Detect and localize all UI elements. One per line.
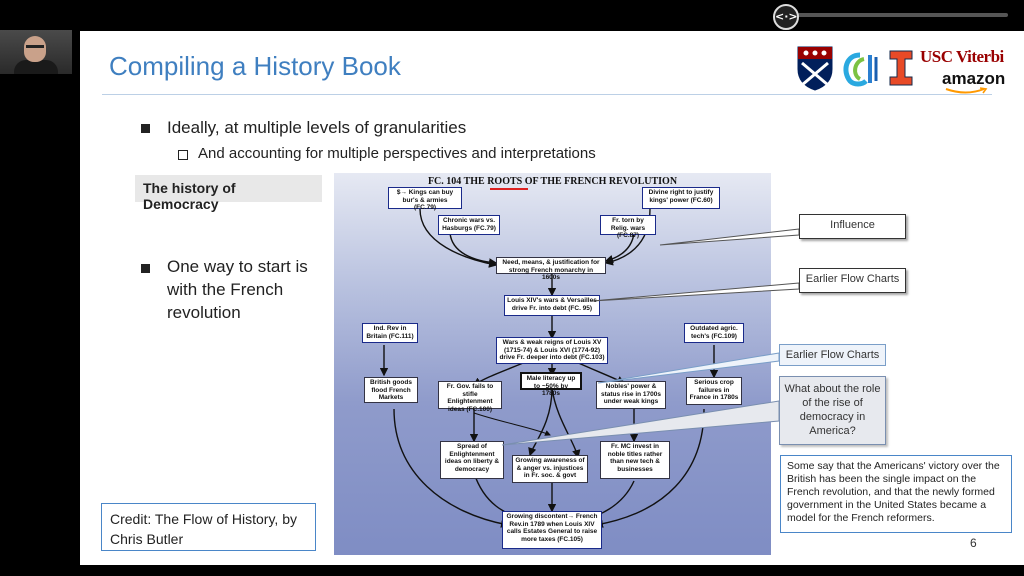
scrubber-handle[interactable]: <·>: [773, 4, 799, 30]
american-influence-note: Some say that the Americans' victory ove…: [780, 455, 1012, 533]
cgi-swirl-logo: [843, 52, 878, 87]
sub-bullet-perspectives: And accounting for multiple perspectives…: [198, 145, 596, 162]
institution-logos: USC Viterbi amazon: [796, 45, 1008, 94]
callout-influence: Influence: [799, 214, 906, 239]
fc-box-louis-xiv: Louis XIV's wars & Versailles drive Fr. …: [504, 295, 600, 316]
fc-box-torn-religion: Fr. torn by Relig. wars (FC.87): [600, 215, 656, 239]
callout-america-question: What about the role of the rise of democ…: [779, 376, 886, 445]
presenter-body: [14, 60, 58, 74]
bullet-marker: [141, 264, 150, 273]
fc-box-kings-buy: $→ Kings can buy bur's & armies (FC.79): [388, 187, 462, 211]
fc-box-discontent: Growing discontent→ French Rev.in 1789 w…: [502, 511, 602, 549]
flowchart-title: FC. 104 THE ROOTS OF THE FRENCH REVOLUTI…: [427, 176, 678, 187]
presenter-head: [24, 36, 46, 62]
credit-box: Credit: The Flow of History, by Chris Bu…: [101, 503, 316, 551]
fc-box-crop-failures: Serious crop failures in France in 1780s: [686, 377, 742, 405]
bullet-granularity: Ideally, at multiple levels of granulari…: [167, 118, 467, 137]
fc-box-spread-enlightenment: Spread of Enlightenment ideas on liberty…: [440, 441, 504, 479]
video-top-bar: <·>: [0, 0, 1024, 30]
callout-earlier-flow-charts: Earlier Flow Charts: [799, 268, 906, 293]
usc-viterbi-logo: USC Viterbi: [920, 47, 1004, 66]
slide-title: Compiling a History Book: [109, 51, 401, 81]
bullet-french-revolution: One way to start is with the French revo…: [167, 257, 308, 322]
history-democracy-label: The history of Democracy: [135, 175, 322, 212]
fc-box-divine-right: Divine right to justify kings' power (FC…: [642, 187, 720, 209]
title-divider: [102, 94, 992, 95]
fc-box-wars-weak-reigns: Wars & weak reigns of Louis XV (1715-74)…: [496, 337, 608, 364]
fc-box-chronic-wars: Chronic wars vs. Hasburgs (FC.79): [438, 215, 500, 235]
bullet-marker: [141, 124, 150, 133]
presentation-slide: Compiling a History Book USC Viterbi ama…: [80, 31, 1024, 565]
amazon-smile-icon: [945, 87, 988, 94]
flowchart-arrows: [379, 208, 719, 528]
presenter-glasses: [26, 45, 44, 48]
illinois-i-logo: [889, 50, 913, 86]
sub-bullet-marker: [178, 150, 188, 160]
fc-box-outdated-agric: Outdated agric. tech's (FC.109): [684, 323, 744, 343]
fc-box-fails-stifle: Fr. Gov. fails to stifle Enlightenment i…: [438, 381, 502, 413]
scrubber-track[interactable]: [780, 13, 1008, 17]
fc-box-ind-rev: Ind. Rev in Britain (FC.111): [362, 323, 418, 343]
french-revolution-flowchart: FC. 104 THE ROOTS OF THE FRENCH REVOLUTI…: [334, 173, 771, 555]
fc-box-mc-invest: Fr. MC invest in noble titles rather tha…: [600, 441, 670, 479]
amazon-logo: amazon: [942, 69, 1006, 88]
title-underline-mark: [490, 188, 528, 190]
fc-box-british-goods: British goods flood French Markets: [364, 377, 418, 403]
callout-earlier-flow-charts-2: Earlier Flow Charts: [779, 344, 886, 366]
presenter-webcam: [0, 30, 72, 74]
fc-box-male-literacy: Male literacy up to ~50% by 1780s: [520, 372, 582, 397]
fc-box-nobles-power: Nobles' power & status rise in 1700s und…: [596, 381, 666, 409]
fc-box-need-means: Need, means, & justification for strong …: [496, 257, 606, 281]
fc-box-growing-awareness: Growing awareness of & anger vs. injusti…: [512, 455, 588, 483]
penn-shield-logo: [797, 46, 833, 91]
slide-number: 6: [970, 536, 977, 550]
